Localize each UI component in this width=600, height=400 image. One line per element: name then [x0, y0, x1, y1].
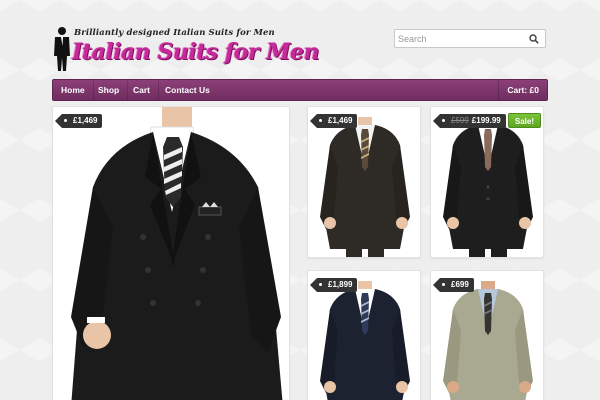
- price-tag: £1,469: [54, 114, 103, 128]
- product-card[interactable]: £599 £199.99 Sale!: [430, 106, 544, 258]
- product-image[interactable]: [308, 107, 421, 258]
- logo-tagline: Brilliantly designed Italian Suits for M…: [74, 28, 275, 38]
- nav-item-shop[interactable]: Shop: [90, 80, 129, 100]
- search-input[interactable]: [398, 31, 524, 46]
- sale-badge: Sale!: [507, 113, 541, 128]
- sale-price: £199.99: [471, 116, 501, 125]
- product-card[interactable]: £1,899: [307, 270, 421, 400]
- price-tag: £599 £199.99: [433, 114, 506, 128]
- price-tag: £1,469: [309, 114, 358, 128]
- price-tag: £699: [433, 278, 474, 292]
- nav-item-home[interactable]: Home: [53, 80, 94, 100]
- product-card-featured[interactable]: £1,469: [52, 106, 290, 400]
- product-card[interactable]: £1,469: [307, 106, 421, 258]
- search-icon[interactable]: [529, 34, 539, 44]
- product-card[interactable]: £699: [430, 270, 544, 400]
- man-silhouette-icon: [54, 27, 70, 71]
- product-image[interactable]: [431, 107, 544, 258]
- old-price: £599: [451, 116, 469, 125]
- cart-total-button[interactable]: Cart: £0: [498, 80, 547, 100]
- nav-item-cart[interactable]: Cart: [125, 80, 160, 100]
- main-nav: Home Shop Cart Contact Us Cart: £0: [52, 79, 548, 101]
- price-tag: £1,899: [309, 278, 358, 292]
- nav-item-contact[interactable]: Contact Us: [157, 80, 218, 100]
- logo-title: Italian Suits for Men: [72, 39, 320, 65]
- site-logo[interactable]: Brilliantly designed Italian Suits for M…: [52, 26, 320, 74]
- search-box: [394, 29, 546, 48]
- product-image[interactable]: [53, 107, 290, 400]
